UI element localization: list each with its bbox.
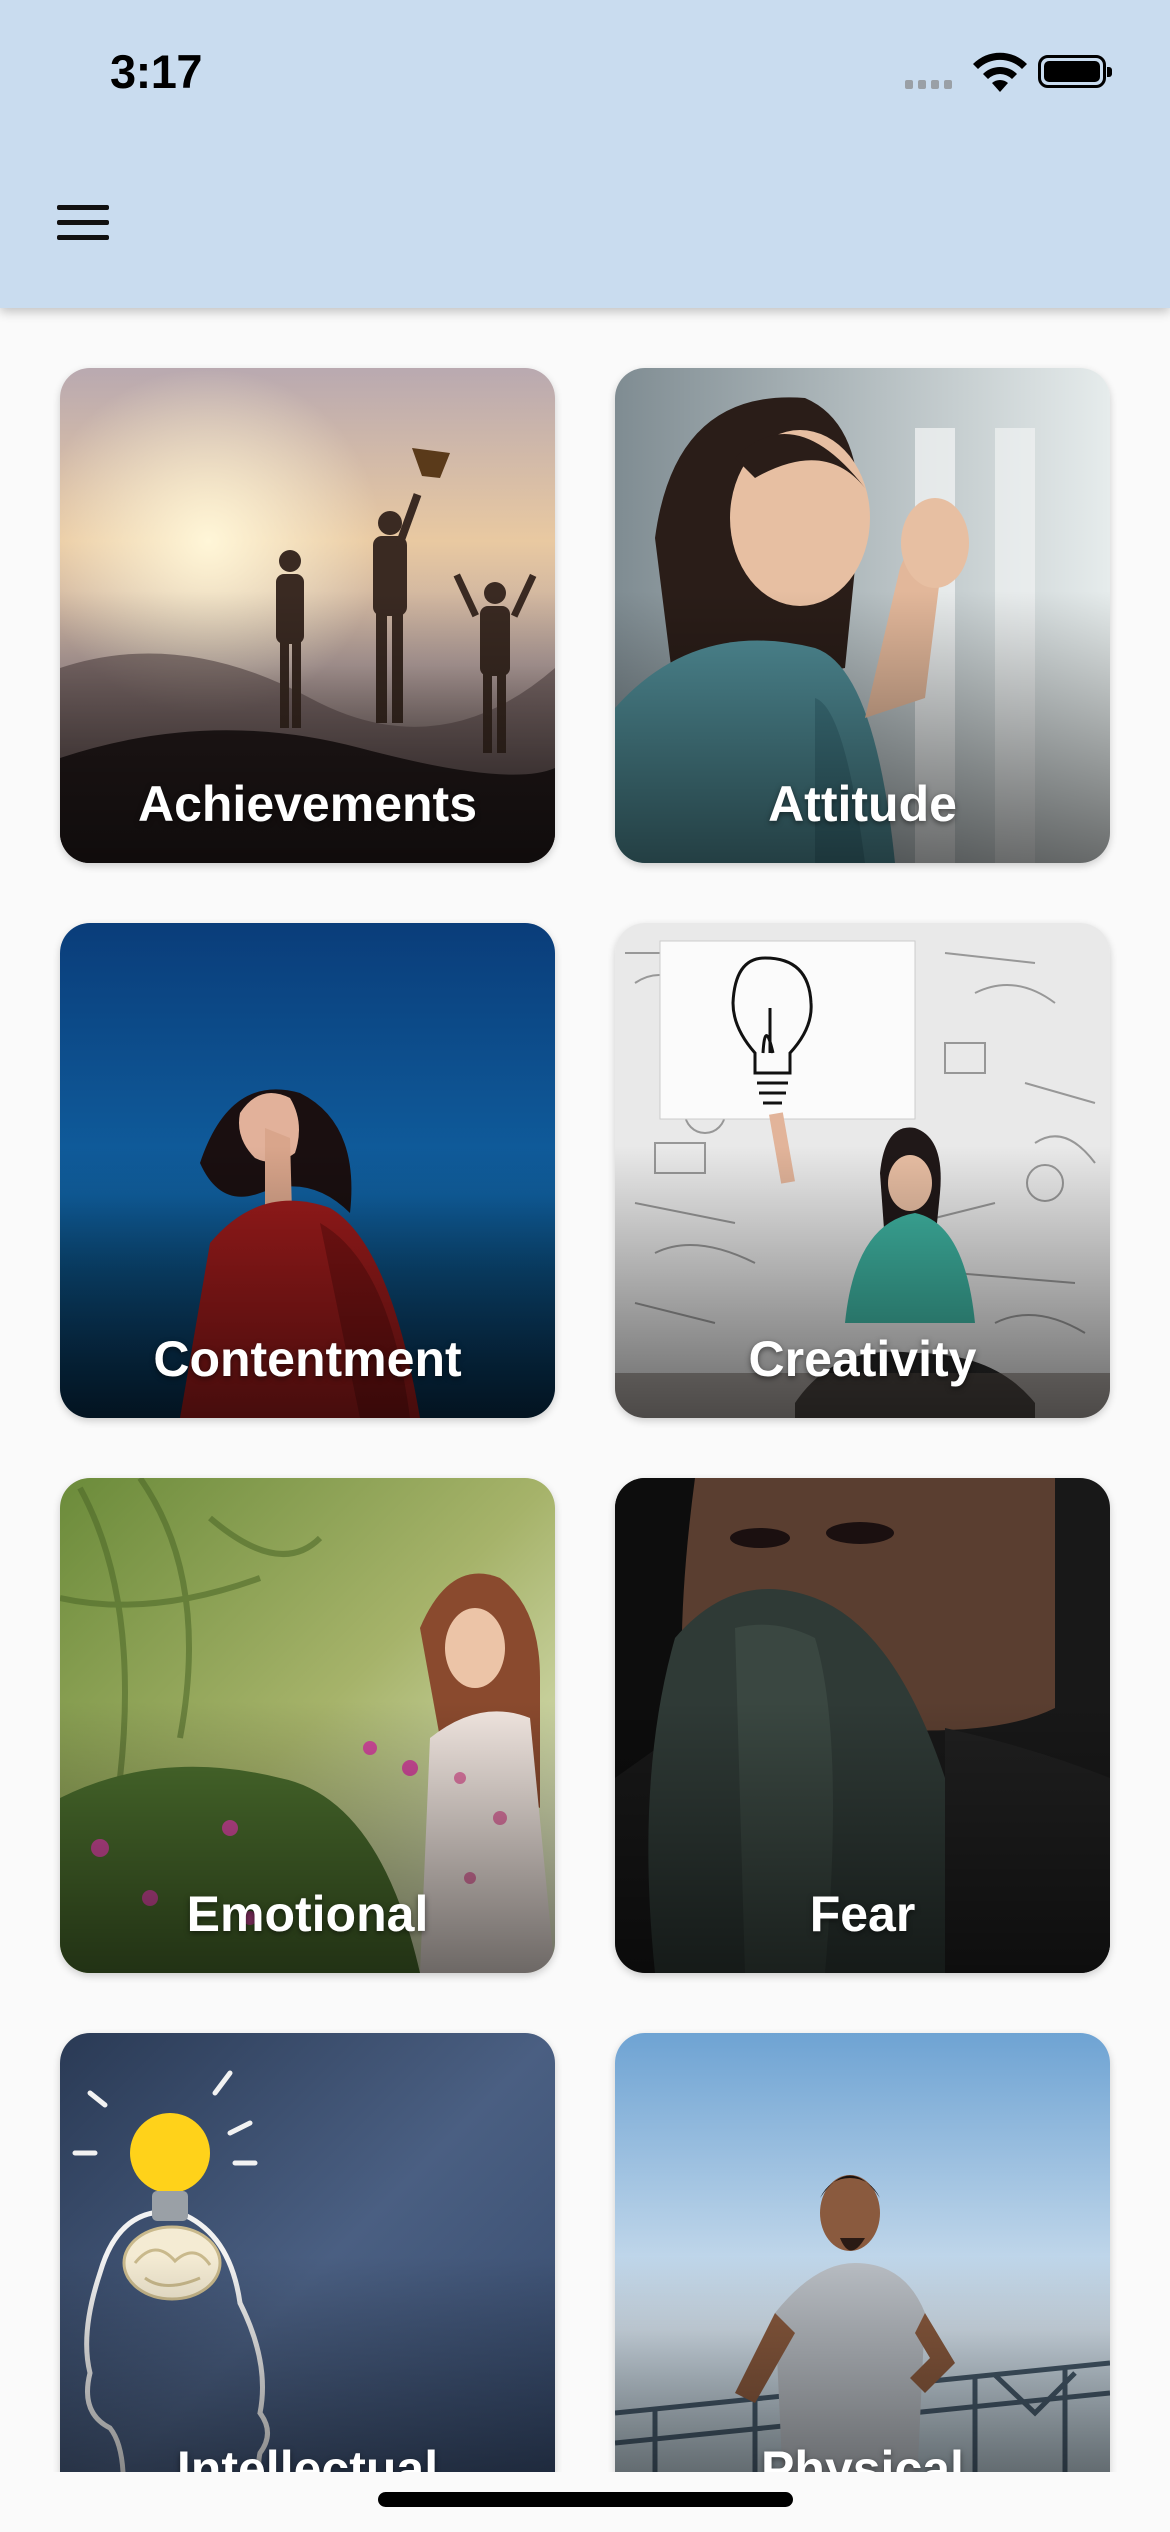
category-label: Contentment <box>153 1331 462 1387</box>
category-card-achievements[interactable]: Achievements <box>60 368 555 863</box>
category-card-emotional[interactable]: Emotional <box>60 1478 555 1973</box>
category-label: Attitude <box>768 776 957 832</box>
category-card-attitude[interactable]: Attitude <box>615 368 1110 863</box>
category-label: Creativity <box>748 1331 977 1387</box>
hamburger-menu-icon[interactable] <box>54 202 114 244</box>
battery-icon <box>1038 55 1112 88</box>
category-card-fear[interactable]: Fear <box>615 1478 1110 1973</box>
category-grid: Achievements Attitude Contentment Creati… <box>0 308 1170 2472</box>
app-header: 3:17 <box>0 0 1170 308</box>
category-card-physical[interactable]: Physical <box>615 2033 1110 2472</box>
category-card-contentment[interactable]: Contentment <box>60 923 555 1418</box>
home-indicator[interactable] <box>378 2492 793 2507</box>
category-label: Intellectual <box>176 2441 439 2472</box>
category-label: Emotional <box>186 1886 429 1942</box>
category-label: Fear <box>809 1886 916 1942</box>
wifi-icon <box>973 52 1027 92</box>
category-label: Physical <box>761 2441 964 2472</box>
category-label: Achievements <box>137 776 478 832</box>
cellular-signal-icon <box>905 80 952 89</box>
category-card-creativity[interactable]: Creativity <box>615 923 1110 1418</box>
category-card-intellectual[interactable]: Intellectual <box>60 2033 555 2472</box>
status-time: 3:17 <box>110 45 203 98</box>
